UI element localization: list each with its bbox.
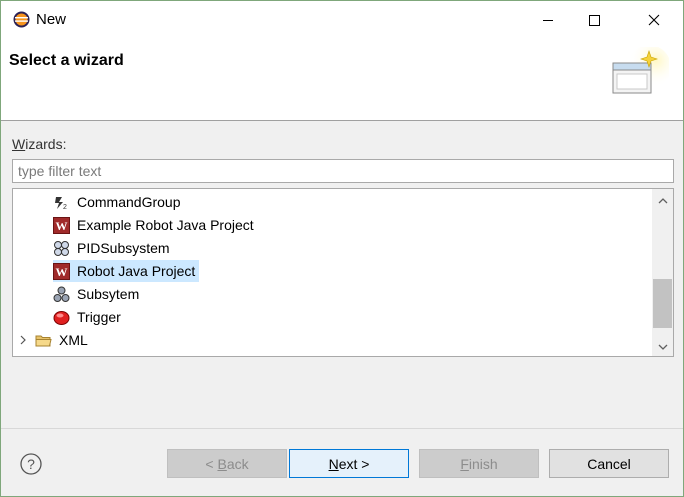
tree-item-command-group[interactable]: 2 CommandGroup	[53, 191, 183, 213]
footer-divider	[1, 428, 683, 429]
scroll-up-button[interactable]	[652, 189, 673, 209]
window-title: New	[36, 11, 67, 28]
subsystem-icon	[53, 286, 70, 303]
chevron-right-icon[interactable]	[19, 329, 29, 351]
chevron-up-icon	[658, 191, 668, 207]
tree-item-trigger[interactable]: Trigger	[53, 306, 123, 328]
svg-text:2: 2	[63, 204, 67, 211]
tree-item-robot-java-project[interactable]: W Robot Java Project	[53, 260, 200, 282]
wizards-label: Wizards:	[12, 136, 67, 152]
maximize-button[interactable]	[571, 1, 617, 39]
tree-item-example-robot-java-project[interactable]: W Example Robot Java Project	[53, 214, 256, 236]
page-title: Select a wizard	[9, 52, 124, 69]
trigger-icon	[53, 309, 70, 326]
tree-item-xml[interactable]: XML	[35, 329, 90, 351]
close-button[interactable]	[631, 1, 677, 39]
wpilib-w-icon: W	[53, 262, 70, 280]
help-icon: ?	[19, 453, 43, 479]
minimize-button[interactable]	[525, 1, 571, 39]
scroll-thumb[interactable]	[653, 279, 672, 328]
minimize-icon	[542, 14, 554, 26]
scroll-down-button[interactable]	[652, 336, 673, 356]
maximize-icon	[588, 14, 600, 26]
title-bar: New	[1, 1, 683, 39]
svg-text:W: W	[56, 265, 68, 279]
tree-item-subsystem[interactable]: Subsytem	[53, 283, 141, 305]
command-group-icon: 2	[53, 194, 70, 211]
eclipse-icon	[13, 11, 30, 28]
back-button[interactable]: < Back	[167, 449, 287, 478]
cancel-button[interactable]: Cancel	[549, 449, 669, 478]
pid-subsystem-icon	[53, 240, 70, 257]
finish-button[interactable]: Finish	[419, 449, 539, 478]
new-wizard-banner-icon	[609, 45, 671, 101]
chevron-down-icon	[658, 338, 668, 354]
filter-input[interactable]	[12, 159, 674, 183]
wizard-tree[interactable]: 2 CommandGroup W Example Robot Java Proj…	[12, 188, 674, 357]
tree-vertical-scrollbar[interactable]	[652, 189, 673, 356]
close-icon	[648, 14, 660, 26]
svg-text:W: W	[56, 219, 68, 233]
new-wizard-dialog: New Select a wizard Wizards: type filter…	[0, 0, 684, 497]
svg-text:?: ?	[27, 456, 35, 472]
wizard-header: Select a wizard	[1, 39, 683, 121]
folder-icon	[35, 332, 52, 349]
help-button[interactable]: ?	[19, 452, 43, 476]
tree-item-pid-subsystem[interactable]: PIDSubsystem	[53, 237, 172, 259]
next-button[interactable]: Next >	[289, 449, 409, 478]
wpilib-w-icon: W	[53, 216, 70, 234]
